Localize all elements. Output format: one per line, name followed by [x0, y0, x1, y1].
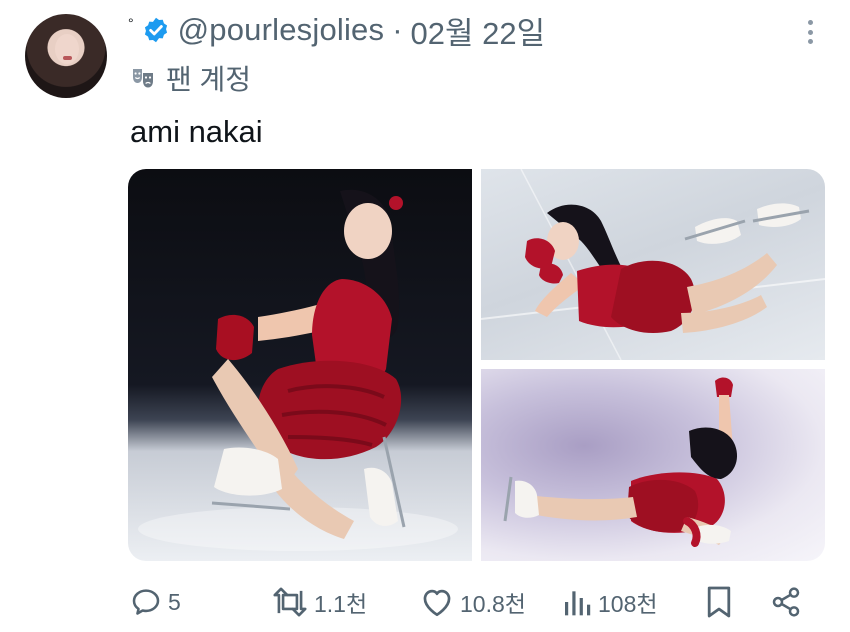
media-grid — [128, 169, 825, 561]
fan-account-label: 팬 계정 — [130, 58, 251, 98]
more-options-icon[interactable] — [806, 20, 814, 44]
retweet-icon — [273, 587, 307, 617]
share-icon — [772, 587, 800, 617]
verified-badge-icon — [144, 17, 167, 43]
avatar[interactable] — [25, 14, 107, 98]
tweet-date[interactable]: 02월 22일 — [411, 8, 546, 53]
like-count: 10.8천 — [460, 591, 526, 617]
bookmark-button[interactable] — [705, 580, 733, 624]
skater-lying-photo-icon — [481, 169, 825, 360]
avatar-lips — [63, 56, 72, 60]
bar-chart-icon — [565, 591, 591, 616]
skater-kneeling-photo-icon — [138, 189, 458, 551]
skater-spin-photo-icon — [503, 377, 738, 547]
reply-count: 5 — [168, 588, 181, 615]
retweet-button[interactable]: 1.1천 — [272, 580, 367, 624]
views-button[interactable]: 108천 — [562, 580, 658, 624]
reply-icon — [132, 589, 160, 615]
fan-account-text: 팬 계정 — [166, 64, 252, 95]
media-image-bottom-right[interactable] — [481, 369, 825, 561]
media-image-left[interactable] — [128, 169, 472, 561]
bookmark-icon — [707, 586, 731, 618]
views-count: 108천 — [598, 591, 658, 617]
media-image-top-right[interactable] — [481, 169, 825, 360]
tweet-actions: 5 1.1천 10.8천 108천 — [130, 580, 820, 624]
heart-icon — [423, 589, 451, 617]
tweet-header: ° @pourlesjolies · 02월 22일 — [128, 8, 546, 53]
author-handle[interactable]: @pourlesjolies — [178, 12, 385, 48]
like-button[interactable]: 10.8천 — [420, 580, 526, 624]
retweet-count: 1.1천 — [314, 591, 368, 617]
theater-masks-icon — [133, 69, 153, 88]
share-button[interactable] — [770, 580, 802, 624]
header-separator: · — [392, 12, 403, 47]
reply-button[interactable]: 5 — [130, 580, 181, 624]
tweet-text: ami nakai — [130, 114, 263, 149]
display-name[interactable]: ° — [128, 15, 134, 31]
